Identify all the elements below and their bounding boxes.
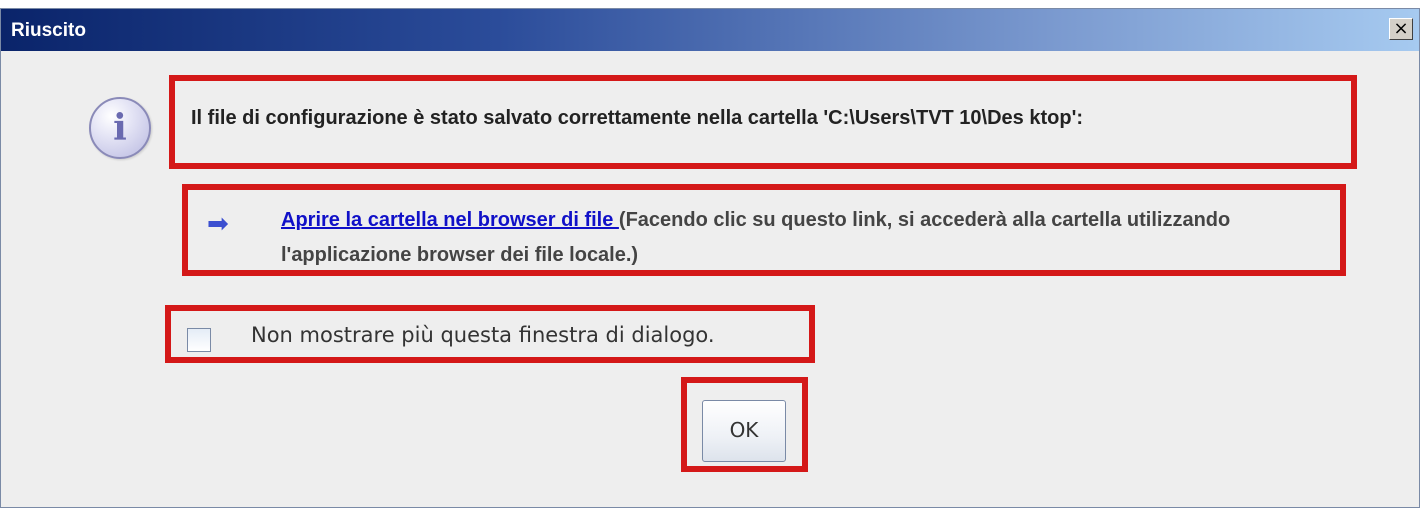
info-icon: i bbox=[89, 97, 151, 159]
success-dialog: Riuscito × i Il file di configurazione è… bbox=[0, 8, 1420, 508]
success-message: Il file di configurazione è stato salvat… bbox=[191, 107, 1083, 129]
open-folder-link[interactable]: Aprire la cartella nel browser di file bbox=[281, 209, 619, 231]
ok-button[interactable]: OK bbox=[702, 400, 786, 462]
dont-show-again-label[interactable]: Non mostrare più questa finestra di dial… bbox=[251, 323, 715, 347]
dialog-title: Riuscito bbox=[11, 20, 86, 41]
arrow-right-icon: ➡ bbox=[207, 209, 229, 239]
dont-show-again-checkbox[interactable] bbox=[187, 328, 211, 352]
link-paragraph: Aprire la cartella nel browser di file (… bbox=[281, 203, 1331, 273]
close-button[interactable]: × bbox=[1389, 18, 1413, 40]
close-icon: × bbox=[1393, 18, 1409, 39]
title-bar[interactable]: Riuscito × bbox=[1, 9, 1419, 51]
